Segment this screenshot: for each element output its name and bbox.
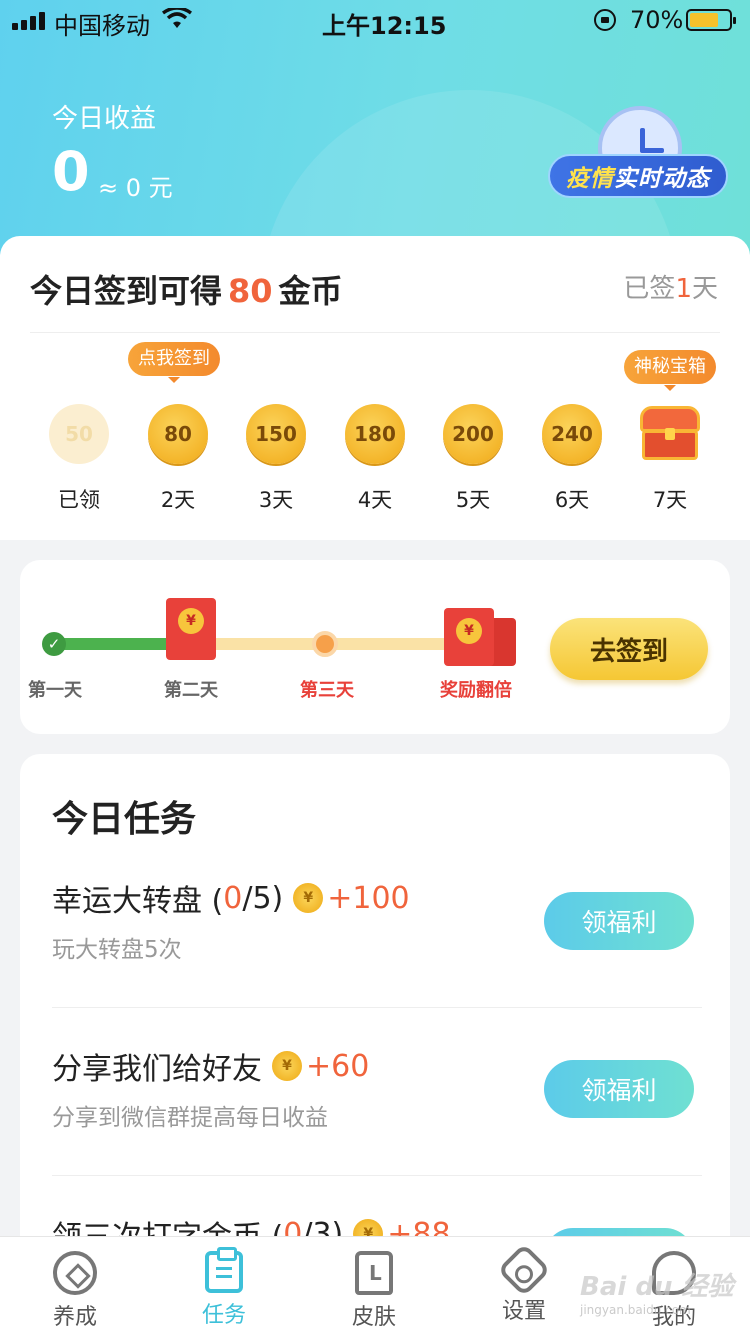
gear-icon [497,1243,551,1297]
divider [52,1175,702,1176]
day-label: 4天 [357,488,393,512]
tab-label: 皮肤 [351,1305,396,1330]
task-share-friends: 分享我们给好友 ¥ +60 分享到微信群提高每日收益 领福利 [20,1044,730,1212]
battery-percent: 70% [630,6,684,34]
red-envelope-icon: ¥ [166,598,216,660]
daily-tasks-card: 今日任务 幸运大转盘 (0/5) ¥ +100 玩大转盘5次 领福利 分享我们给好… [20,754,730,1274]
signed-count: 1 [675,274,692,304]
coin-icon: 200 [443,404,503,464]
tag-mystery-chest: 神秘宝箱 [624,350,716,391]
tab-cultivate[interactable]: 养成 [25,1251,125,1334]
claim-reward-button[interactable]: 领福利 [544,1060,694,1118]
earnings-label: 今日收益 [52,104,157,134]
check-icon: ✓ [42,632,66,656]
status-bar: 中国移动 上午12:15 70% [0,0,750,42]
step-day-3: 第三天 [300,680,354,701]
day-label: 6天 [554,488,590,512]
signin-day-1: 50 已领 [29,402,129,512]
signed-prefix: 已签 [623,274,676,304]
carrier-name: 中国移动 [54,12,150,40]
task-name-text: 分享我们给好友 [52,1052,262,1087]
signin-day-2[interactable]: 80 2天 [128,402,228,512]
task-desc: 玩大转盘5次 [52,937,182,963]
coin-icon: 50 [49,404,109,464]
coin-icon: 240 [542,404,602,464]
earnings-value: 0 [52,140,90,203]
task-done-count: 0 [223,880,243,916]
coin-icon: 180 [345,404,405,464]
epidemic-highlight: 疫情 [566,166,614,192]
tab-label: 设置 [501,1299,546,1324]
signin-card: 今日签到可得 80 金币 已签1天 点我签到 神秘宝箱 50 已领 80 2天 15… [0,236,750,540]
watermark-text: Bai du 经验 [580,1272,734,1302]
tasks-title: 今日任务 [52,799,197,840]
earnings-yuan: ≈ 0 元 [98,174,173,202]
baidu-watermark: Bai du 经验 jingyan.baidu.com [580,1266,734,1317]
signin-day-7: 7天 [620,402,720,512]
signin-title-suffix: 金币 [278,272,343,310]
task-name-text: 幸运大转盘 ( [52,884,224,919]
signin-day-4: 180 4天 [325,402,425,512]
signin-title: 今日签到可得 80 金币 [30,266,343,312]
treasure-chest-icon [638,402,702,462]
wifi-icon [162,8,192,28]
task-name: 幸运大转盘 (0/5) ¥ +100 [52,876,410,920]
tab-label: 任务 [201,1303,246,1328]
divider [30,332,720,333]
current-step-dot [312,631,338,657]
tab-skins[interactable]: 皮肤 [324,1251,424,1334]
divider [52,1007,702,1008]
tab-tasks[interactable]: 任务 [174,1247,274,1334]
signed-suffix: 天 [691,274,718,304]
go-signin-button[interactable]: 去签到 [550,618,708,680]
task-name: 分享我们给好友 ¥ +60 [52,1044,369,1088]
coin-icon: ¥ [272,1051,302,1081]
day-label: 5天 [455,488,491,512]
claim-reward-button[interactable]: 领福利 [544,892,694,950]
signal-icon [12,12,48,30]
epidemic-updates-button[interactable]: 疫情 实时动态 [548,154,728,198]
day-label: 3天 [258,488,294,512]
watermark-url: jingyan.baidu.com [580,1303,691,1317]
task-reward: +60 [306,1048,370,1084]
clock-time: 上午12:15 [322,12,447,40]
signed-days: 已签1天 [623,268,718,305]
step-day-1: 第一天 [28,680,82,701]
diamond-circle-icon [53,1251,97,1295]
day-label: 7天 [652,488,688,512]
signin-day-3: 150 3天 [226,402,326,512]
epidemic-rest: 实时动态 [614,166,710,192]
task-total-count: /5) [242,880,284,916]
signin-day-6: 240 6天 [522,402,622,512]
day-label: 2天 [160,488,196,512]
tag-click-to-signin[interactable]: 点我签到 [128,342,220,383]
task-lucky-wheel: 幸运大转盘 (0/5) ¥ +100 玩大转盘5次 领福利 [20,876,730,1044]
battery-icon [686,9,736,31]
signin-title-prefix: 今日签到可得 [30,272,223,310]
coin-icon: ¥ [293,883,324,913]
tab-label: 养成 [52,1305,97,1330]
tab-settings[interactable]: 设置 [474,1243,574,1334]
task-reward: +100 [327,880,410,916]
signin-coins: 80 [228,272,273,310]
coin-icon: 80 [148,404,208,464]
task-desc: 分享到微信群提高每日收益 [52,1105,328,1131]
clipboard-icon [205,1247,243,1293]
coin-icon: 150 [246,404,306,464]
signin-day-5: 200 5天 [423,402,523,512]
day-label: 已领 [58,488,100,512]
rotation-lock-icon [594,9,616,31]
signin-progress-card: ✓ ¥ ¥ 第一天 第二天 第三天 奖励翻倍 去签到 [20,560,730,734]
red-envelope-double-icon: ¥ [444,608,494,666]
step-day-2: 第二天 [164,680,218,701]
step-double-reward: 奖励翻倍 [440,680,512,701]
shirt-icon [355,1251,393,1295]
